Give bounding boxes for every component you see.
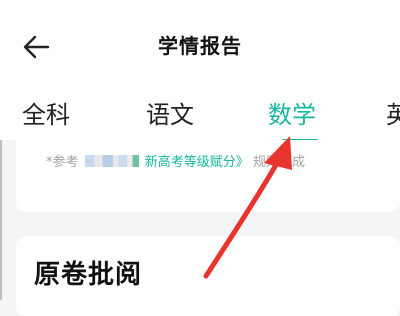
tab-all-subjects[interactable]: 全科 — [22, 95, 70, 130]
subject-tabs: 全科 语文 数学 英 — [0, 95, 400, 135]
note-suffix: 规则中成 — [252, 155, 305, 170]
rule-link[interactable]: 新高考等级赋分》 — [145, 155, 249, 170]
score-rule-note: *参考 新高考等级赋分》 规则中成 — [46, 151, 305, 170]
tab-english[interactable]: 英 — [386, 95, 400, 130]
tab-chinese[interactable]: 语文 — [146, 95, 194, 130]
note-prefix: *参考 — [46, 155, 79, 170]
score-note-card: *参考 新高考等级赋分》 规则中成 — [16, 140, 400, 212]
tab-math[interactable]: 数学 — [268, 95, 316, 130]
section-title: 原卷批阅 — [34, 260, 143, 290]
top-header: 学情报告 全科 语文 数学 英 — [0, 0, 400, 140]
paper-review-card: 原卷批阅 — [16, 236, 400, 316]
blurred-text — [84, 155, 139, 167]
page-title: 学情报告 — [158, 34, 242, 58]
